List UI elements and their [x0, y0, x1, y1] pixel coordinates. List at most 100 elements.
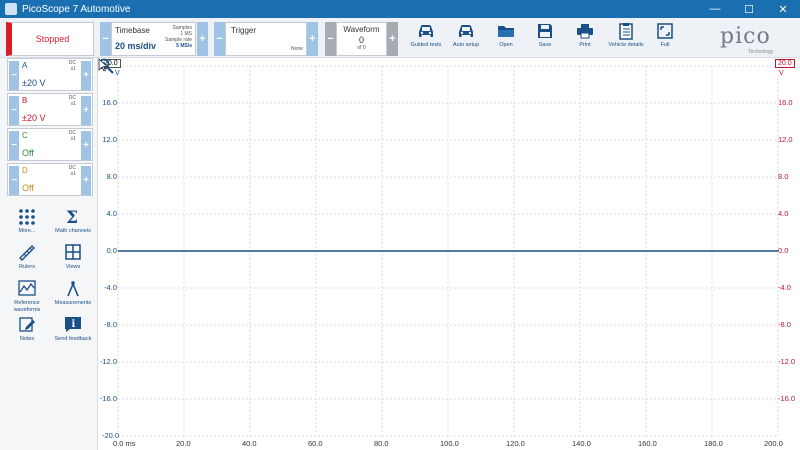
channel-b-probe: x1: [70, 101, 76, 107]
timebase-value: 20 ms/div: [115, 41, 157, 51]
trigger-control[interactable]: Trigger None: [225, 22, 307, 56]
svg-text:i: i: [72, 319, 76, 330]
x-tick: 0.0 ms: [113, 439, 136, 448]
timebase-increase-button[interactable]: +: [197, 22, 208, 56]
reference-waveform-icon: [18, 280, 36, 296]
y-tick-right: 8.0: [778, 172, 789, 181]
trigger-decrease-button[interactable]: −: [214, 22, 225, 56]
brand-tagline: Technology: [748, 49, 774, 55]
channel-a-increase-button[interactable]: +: [81, 61, 91, 90]
minimize-button[interactable]: —: [698, 0, 732, 18]
trigger-label: Trigger: [231, 26, 257, 35]
channel-a-axis-unit: V: [115, 70, 120, 77]
channel-b-axis-max[interactable]: 20.0: [775, 59, 795, 68]
run-stop-button[interactable]: Stopped: [6, 22, 94, 56]
app-window: PicoScope 7 Automotive — ☐ ✕ Stopped − T…: [0, 0, 800, 450]
math-channels-button[interactable]: Σ Math channels: [51, 208, 95, 235]
guided-tests-label: Guided tests: [410, 42, 442, 48]
more-button[interactable]: More...: [5, 208, 49, 235]
auto-setup-button[interactable]: Auto setup: [444, 22, 488, 54]
channel-b-control[interactable]: − B DC x1 ±20 V +: [7, 93, 93, 126]
channel-panel: − A DC x1 ±20 V + − B DC x1 ±20 V + − C DC…: [0, 58, 98, 450]
measurements-button[interactable]: Measurements: [51, 280, 95, 307]
open-button[interactable]: Open: [484, 22, 528, 54]
send-feedback-button[interactable]: i Send feedback: [51, 316, 95, 343]
rulers-button[interactable]: Rulers: [5, 244, 49, 271]
waveform-label: Waveform: [343, 25, 380, 34]
guided-tests-button[interactable]: Guided tests: [404, 22, 448, 54]
channel-a-control[interactable]: − A DC x1 ±20 V +: [7, 58, 93, 91]
trigger-increase-button[interactable]: +: [307, 22, 318, 56]
compass-icon: [67, 281, 79, 297]
car-icon: [419, 25, 433, 37]
channel-d-range: Off: [22, 183, 34, 193]
notes-button[interactable]: Notes: [5, 316, 49, 343]
svg-text:Σ: Σ: [66, 208, 78, 225]
vehicle-details-button[interactable]: Vehicle details: [604, 22, 648, 54]
scope-view[interactable]: 20.0 V 20.0 V -20.0 16.0 12.0 8.0 4.0 0.0 -4.…: [98, 58, 800, 450]
channel-d-increase-button[interactable]: +: [81, 166, 91, 195]
measurements-label: Measurements: [54, 300, 92, 306]
brand-logo: pico: [720, 24, 771, 49]
channel-d-decrease-button[interactable]: −: [9, 166, 19, 195]
print-button[interactable]: Print: [563, 22, 607, 54]
main-toolbar: Stopped − Timebase 20 ms/div Samples 1 M…: [0, 18, 800, 58]
mouse-cursor-icon: [98, 58, 108, 72]
waveform-previous-button[interactable]: −: [325, 22, 336, 56]
channel-d-control[interactable]: − D DC x1 Off +: [7, 163, 93, 196]
y-tick-left: 4.0: [106, 209, 117, 218]
channel-b-increase-button[interactable]: +: [81, 96, 91, 125]
views-label: Views: [65, 264, 81, 270]
channel-c-range: Off: [22, 148, 34, 158]
y-tick-right: -8.0: [778, 320, 791, 329]
sample-rate-value: 5 MS/s: [176, 43, 192, 49]
vehicle-details-label: Vehicle details: [608, 42, 644, 48]
channel-b-decrease-button[interactable]: −: [9, 96, 19, 125]
x-tick: 40.0: [242, 439, 257, 448]
save-label: Save: [538, 42, 552, 48]
reference-waveforms-button[interactable]: Reference waveforms: [5, 280, 49, 314]
scope-graticule: [117, 65, 779, 437]
channel-c-coupling: DC x1: [69, 130, 76, 142]
channel-a-probe: x1: [70, 66, 76, 72]
send-feedback-label: Send feedback: [54, 336, 92, 342]
maximize-button[interactable]: ☐: [732, 0, 766, 18]
window-title: PicoScope 7 Automotive: [22, 3, 131, 15]
channel-c-decrease-button[interactable]: −: [9, 131, 19, 160]
car-auto-icon: [459, 25, 473, 37]
timebase-label: Timebase: [115, 26, 150, 35]
close-button[interactable]: ✕: [766, 0, 800, 18]
x-tick: 140.0: [572, 439, 591, 448]
waveform-next-button[interactable]: +: [387, 22, 398, 56]
channel-a-range: ±20 V: [22, 78, 46, 88]
timebase-control[interactable]: Timebase 20 ms/div Samples 1 MS Sample r…: [111, 22, 196, 56]
channel-b-coupling: DC x1: [69, 95, 76, 107]
timebase-decrease-button[interactable]: −: [100, 22, 111, 56]
channel-a-decrease-button[interactable]: −: [9, 61, 19, 90]
x-tick: 100.0: [440, 439, 459, 448]
grid-dots-icon: [19, 209, 35, 225]
waveform-current: 0: [358, 35, 364, 45]
open-label: Open: [499, 42, 513, 48]
channel-c-increase-button[interactable]: +: [81, 131, 91, 160]
save-icon: [538, 24, 552, 38]
trigger-mode: None: [291, 46, 303, 52]
y-tick-right: 12.0: [778, 135, 793, 144]
y-tick-left: -12.0: [99, 357, 117, 366]
y-tick-right: -4.0: [778, 283, 791, 292]
channel-a-coupling: DC x1: [69, 60, 76, 72]
channel-b-axis-unit: V: [779, 70, 784, 77]
y-tick-right: 16.0: [778, 98, 793, 107]
channel-c-control[interactable]: − C DC x1 Off +: [7, 128, 93, 161]
views-button[interactable]: Views: [51, 244, 95, 271]
x-tick: 180.0: [704, 439, 723, 448]
title-bar: PicoScope 7 Automotive — ☐ ✕: [0, 0, 800, 18]
channel-b-range: ±20 V: [22, 113, 46, 123]
x-tick: 20.0: [176, 439, 191, 448]
y-tick-left: 0.0: [106, 246, 117, 255]
channel-c-name: C: [22, 131, 28, 140]
full-screen-button[interactable]: Full: [643, 22, 687, 54]
x-tick: 120.0: [506, 439, 525, 448]
save-button[interactable]: Save: [523, 22, 567, 54]
channel-b-name: B: [22, 96, 28, 105]
